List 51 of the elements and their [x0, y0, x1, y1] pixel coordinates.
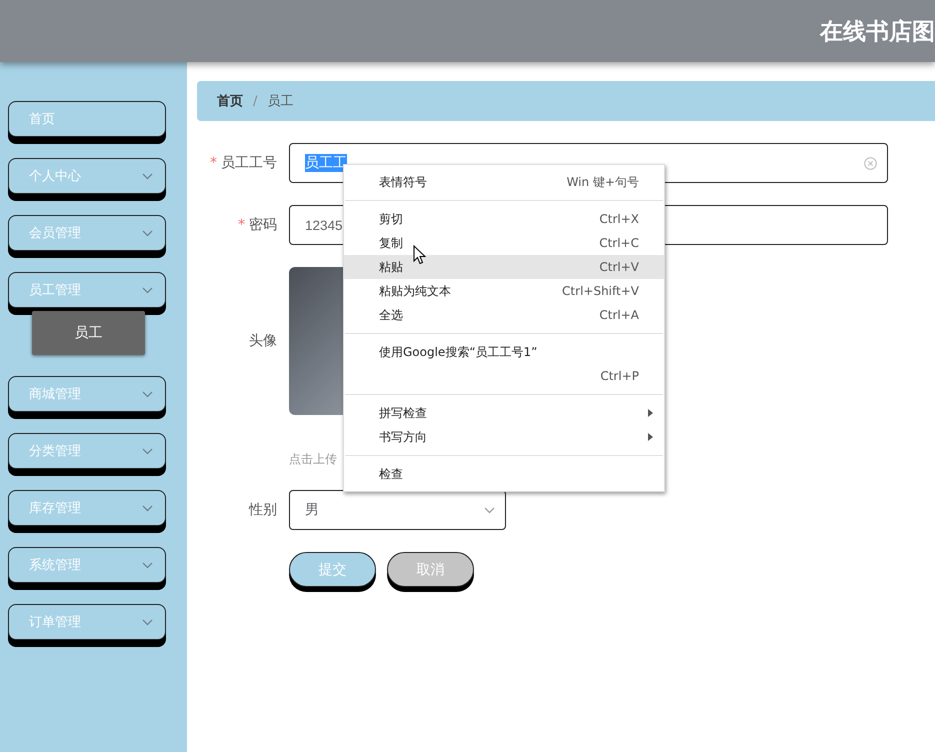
shortcut-text: Ctrl+A: [599, 308, 639, 322]
chevron-down-icon: [142, 504, 153, 512]
shortcut-text: Ctrl+X: [599, 212, 639, 226]
menu-item-label: 复制: [379, 234, 403, 252]
menu-item[interactable]: Ctrl+P: [344, 364, 664, 388]
field-label: 性别: [249, 502, 277, 518]
shortcut-text: Ctrl+V: [599, 260, 639, 274]
menu-item-label: 检查: [379, 466, 403, 482]
shortcut-text: Ctrl+C: [599, 236, 639, 250]
select-value: 男: [305, 501, 319, 519]
submenu-arrow-icon: [648, 409, 653, 417]
menu-item-label: 全选: [379, 306, 403, 324]
menu-item[interactable]: 粘贴 Ctrl+V: [344, 255, 664, 279]
menu-item-label: 拼写检查: [379, 404, 427, 422]
submenu-item[interactable]: 员工: [32, 311, 145, 355]
required-mark: *: [238, 217, 245, 233]
menu-item[interactable]: 检查: [344, 462, 664, 486]
menu-item[interactable]: 书写方向: [344, 425, 664, 449]
menu-item[interactable]: 剪切 Ctrl+X: [344, 207, 664, 231]
menu-item-label: 使用Google搜索“员工工号1”: [379, 344, 538, 360]
chevron-down-icon: [142, 618, 153, 626]
menu-item[interactable]: 全选 Ctrl+A: [344, 303, 664, 327]
chevron-down-icon: [142, 172, 153, 180]
breadcrumb-link[interactable]: 首页: [217, 92, 243, 110]
menu-item-label: 粘贴为纯文本: [379, 282, 451, 300]
menu-item-label: 粘贴: [379, 258, 403, 276]
field-value: 12345: [305, 218, 343, 232]
menu-item[interactable]: 粘贴为纯文本 Ctrl+Shift+V: [344, 279, 664, 303]
shortcut-text: Ctrl+Shift+V: [562, 284, 639, 298]
breadcrumb-separator: /: [253, 94, 258, 108]
clear-icon[interactable]: [864, 156, 877, 170]
menu-item[interactable]: 拼写检查: [344, 401, 664, 425]
menu-item[interactable]: 复制 Ctrl+C: [344, 231, 664, 255]
menu-item-label: 剪切: [379, 210, 403, 228]
chevron-down-icon: [142, 230, 153, 236]
field-label: 密码: [249, 217, 277, 233]
field-label: 员工工号: [221, 155, 277, 171]
submenu-arrow-icon: [648, 433, 653, 441]
menu-item[interactable]: 使用Google搜索“员工工号1”: [344, 340, 664, 364]
menu-item-label: 书写方向: [379, 428, 427, 446]
field-label: 头像: [249, 333, 277, 349]
chevron-down-icon: [484, 506, 495, 514]
chevron-down-icon: [142, 448, 153, 454]
required-mark: *: [210, 155, 217, 171]
site-title: 在线书店图: [820, 18, 935, 46]
chevron-down-icon: [142, 390, 153, 398]
chevron-down-icon: [142, 562, 153, 568]
shortcut-text: Ctrl+P: [600, 369, 639, 383]
mouse-cursor-icon: [413, 245, 426, 265]
chevron-down-icon: [142, 286, 153, 294]
upload-hint: 点击上传: [289, 451, 338, 468]
